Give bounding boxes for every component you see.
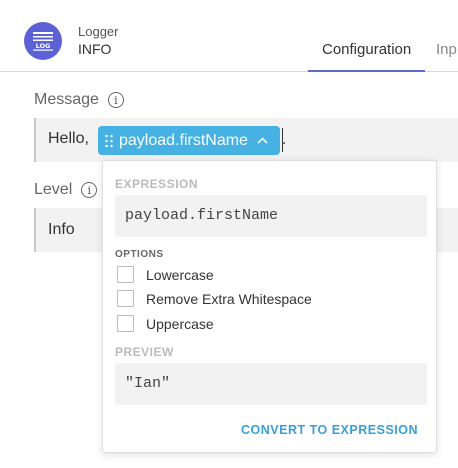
option-label: Lowercase <box>146 266 214 283</box>
preview-heading: PREVIEW <box>115 345 174 359</box>
option-lowercase[interactable]: Lowercase <box>117 266 214 283</box>
tab-input[interactable]: Inp <box>436 41 457 58</box>
component-level: INFO <box>78 41 112 57</box>
message-field[interactable]: Hello, payload.firstName . <box>34 118 458 162</box>
component-header: LOG Logger INFO Configuration Inp <box>0 0 458 72</box>
level-value: Info <box>48 221 75 238</box>
uppercase-checkbox[interactable] <box>117 315 134 332</box>
pill-label: payload.firstName <box>119 131 248 149</box>
expression-popover: EXPRESSION payload.firstName OPTIONS Low… <box>102 160 437 453</box>
chevron-up-icon[interactable] <box>257 135 268 147</box>
convert-to-expression-button[interactable]: CONVERT TO EXPRESSION <box>241 423 418 437</box>
log-icon: LOG <box>24 22 62 60</box>
level-label-row: Level i <box>34 181 98 199</box>
option-label: Remove Extra Whitespace <box>146 290 312 307</box>
remove-whitespace-checkbox[interactable] <box>117 290 134 307</box>
option-uppercase[interactable]: Uppercase <box>117 315 214 332</box>
preview-value: "Ian" <box>115 363 427 405</box>
option-label: Uppercase <box>146 315 214 332</box>
options-heading: OPTIONS <box>115 249 164 260</box>
tab-configuration[interactable]: Configuration <box>307 41 426 72</box>
expression-pill[interactable]: payload.firstName <box>98 126 280 155</box>
expression-value: payload.firstName <box>115 195 427 237</box>
message-text-before: Hello, <box>48 130 89 147</box>
lowercase-checkbox[interactable] <box>117 266 134 283</box>
svg-text:LOG: LOG <box>36 42 51 50</box>
message-label-row: Message i <box>34 91 124 109</box>
expression-heading: EXPRESSION <box>115 177 199 191</box>
message-label: Message <box>34 91 99 108</box>
option-remove-extra-whitespace[interactable]: Remove Extra Whitespace <box>117 290 312 307</box>
level-label: Level <box>34 181 73 198</box>
info-icon[interactable]: i <box>107 92 124 108</box>
info-icon[interactable]: i <box>81 182 98 198</box>
text-cursor <box>282 128 283 152</box>
component-name: Logger <box>78 24 119 39</box>
drag-handle-icon[interactable] <box>104 134 114 148</box>
